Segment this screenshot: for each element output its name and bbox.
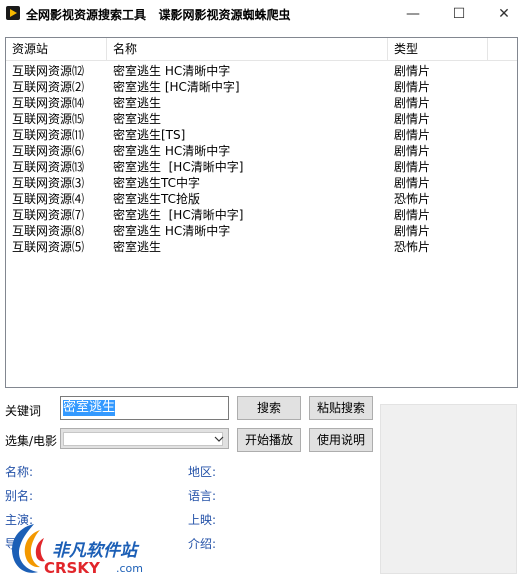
column-header-name[interactable]: 名称 (107, 38, 388, 60)
app-play-icon (6, 6, 20, 20)
intro-label: 介绍: (188, 537, 217, 551)
cell-type: 剧情片 (394, 160, 431, 174)
start-play-button[interactable]: 开始播放 (237, 428, 301, 452)
cell-name: 密室逃生 [HC清晰中字] (113, 208, 244, 222)
table-row[interactable]: 互联网资源⑸ 密室逃生 恐怖片 (6, 239, 517, 255)
release-label: 上映: (188, 513, 217, 527)
cell-name: 密室逃生 (113, 112, 162, 126)
cell-site: 互联网资源⑶ (12, 176, 85, 190)
cell-type: 剧情片 (394, 224, 431, 238)
results-header: 资源站 名称 类型 (6, 38, 517, 61)
close-button[interactable]: ✕ (481, 0, 527, 28)
crsky-watermark-logo: 非凡软件站 CRSKY .com (4, 520, 154, 580)
cell-type: 剧情片 (394, 64, 431, 78)
cell-name: 密室逃生 [HC清晰中字] (113, 160, 244, 174)
instructions-button[interactable]: 使用说明 (309, 428, 373, 452)
table-row[interactable]: 互联网资源⑷ 密室逃生TC抢版 恐怖片 (6, 191, 517, 207)
language-label: 语言: (188, 489, 217, 503)
cell-type: 恐怖片 (394, 192, 431, 206)
episode-select[interactable] (60, 428, 229, 449)
close-icon: ✕ (498, 6, 510, 22)
table-row[interactable]: 互联网资源⒂ 密室逃生 剧情片 (6, 111, 517, 127)
maximize-icon: ☐ (452, 6, 466, 22)
minimize-button[interactable]: — (390, 0, 436, 28)
watermark-brand-cn: 非凡软件站 (52, 541, 137, 561)
cell-type: 剧情片 (394, 96, 431, 110)
table-row[interactable]: 互联网资源⑶ 密室逃生TC中字 剧情片 (6, 175, 517, 191)
cell-site: 互联网资源⑺ (12, 208, 85, 222)
keyword-input[interactable]: 密室逃生 (63, 400, 116, 416)
chevron-down-icon (214, 436, 224, 442)
name-label: 名称: (5, 465, 34, 479)
cell-site: 互联网资源⑾ (12, 128, 85, 142)
table-row[interactable]: 互联网资源⑿ 密室逃生 HC清晰中字 剧情片 (6, 63, 517, 79)
watermark-domain: .com (116, 562, 143, 575)
cell-type: 恐怖片 (394, 240, 431, 254)
table-row[interactable]: 互联网资源⒀ 密室逃生 [HC清晰中字] 剧情片 (6, 159, 517, 175)
results-list[interactable]: 资源站 名称 类型 互联网资源⑿ 密室逃生 HC清晰中字 剧情片 互联网资源⑵ 密室逃生… (5, 37, 518, 388)
watermark-brand-en: CRSKY (44, 559, 100, 577)
cell-type: 剧情片 (394, 80, 431, 94)
region-label: 地区: (188, 465, 217, 479)
cell-name: 密室逃生TC中字 (113, 176, 201, 190)
cell-name: 密室逃生 HC清晰中字 (113, 64, 231, 78)
column-header-site[interactable]: 资源站 (6, 38, 107, 60)
cell-site: 互联网资源⑻ (12, 224, 85, 238)
cell-site: 互联网资源⑿ (12, 64, 85, 78)
column-header-type[interactable]: 类型 (388, 38, 488, 60)
table-row[interactable]: 互联网资源⑺ 密室逃生 [HC清晰中字] 剧情片 (6, 207, 517, 223)
title-bar: 全网影视资源搜索工具 谍影网影视资源蜘蛛爬虫 — ☐ ✕ (0, 0, 527, 28)
alias-label: 别名: (5, 489, 34, 503)
table-row[interactable]: 互联网资源⒁ 密室逃生 剧情片 (6, 95, 517, 111)
cell-name: 密室逃生 HC清晰中字 (113, 144, 231, 158)
cell-name: 密室逃生TC抢版 (113, 192, 201, 206)
paste-search-button[interactable]: 粘贴搜索 (309, 396, 373, 420)
cell-type: 剧情片 (394, 208, 431, 222)
poster-panel (380, 404, 517, 574)
cell-type: 剧情片 (394, 128, 431, 142)
cell-name: 密室逃生[TS] (113, 128, 186, 142)
table-row[interactable]: 互联网资源⑻ 密室逃生 HC清晰中字 剧情片 (6, 223, 517, 239)
window-title: 全网影视资源搜索工具 谍影网影视资源蜘蛛爬虫 (26, 8, 291, 22)
cell-site: 互联网资源⑸ (12, 240, 85, 254)
keyword-label: 关键词 (5, 404, 42, 418)
keyword-input-box[interactable]: 密室逃生 (60, 396, 229, 420)
maximize-button[interactable]: ☐ (436, 0, 482, 28)
cell-name: 密室逃生 HC清晰中字 (113, 224, 231, 238)
cell-type: 剧情片 (394, 112, 431, 126)
cell-type: 剧情片 (394, 144, 431, 158)
episode-select-value (63, 432, 223, 446)
cell-site: 互联网资源⒂ (12, 112, 85, 126)
cell-site: 互联网资源⒀ (12, 160, 85, 174)
cell-site: 互联网资源⒁ (12, 96, 85, 110)
table-row[interactable]: 互联网资源⑹ 密室逃生 HC清晰中字 剧情片 (6, 143, 517, 159)
cell-name: 密室逃生 (113, 240, 162, 254)
cell-type: 剧情片 (394, 176, 431, 190)
cell-name: 密室逃生 (113, 96, 162, 110)
cell-site: 互联网资源⑹ (12, 144, 85, 158)
cell-name: 密室逃生 [HC清晰中字] (113, 80, 240, 94)
cell-site: 互联网资源⑷ (12, 192, 85, 206)
search-button[interactable]: 搜索 (237, 396, 301, 420)
table-row[interactable]: 互联网资源⑵ 密室逃生 [HC清晰中字] 剧情片 (6, 79, 517, 95)
episode-label: 选集/电影 (5, 434, 58, 448)
table-row[interactable]: 互联网资源⑾ 密室逃生[TS] 剧情片 (6, 127, 517, 143)
minimize-icon: — (406, 6, 420, 22)
cell-site: 互联网资源⑵ (12, 80, 85, 94)
